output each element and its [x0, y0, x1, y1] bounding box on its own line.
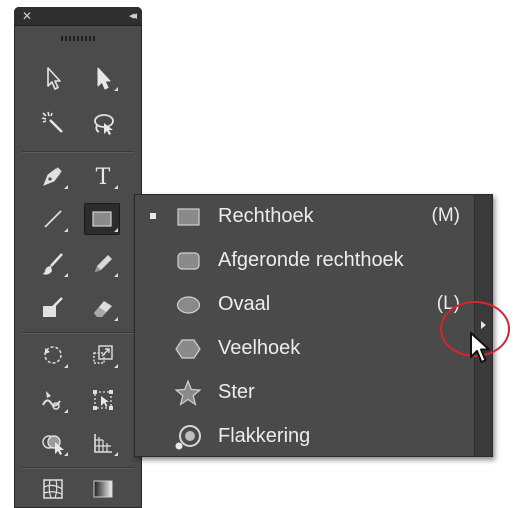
rotate-icon — [44, 346, 62, 364]
submenu-indicator-icon — [114, 273, 118, 277]
scale-icon — [93, 345, 113, 364]
tool-magic-wand[interactable] — [36, 107, 70, 139]
tool-free-transform[interactable] — [86, 384, 120, 416]
tool-divider — [22, 467, 134, 469]
menu-item-polygon[interactable]: Veelhoek — [135, 327, 475, 371]
submenu-indicator-icon — [114, 87, 118, 91]
eraser-icon — [94, 301, 112, 317]
menu-item-label: Flakkering — [218, 425, 311, 447]
direct-selection-arrow-icon — [97, 67, 111, 90]
rectangle-icon — [177, 208, 200, 226]
tool-direct-selection[interactable] — [86, 62, 120, 94]
menu-item-label: Veelhoek — [218, 337, 301, 359]
collapse-icon[interactable]: ◂◂ — [129, 9, 137, 23]
submenu-indicator-icon — [114, 185, 118, 189]
star-icon — [174, 379, 202, 406]
tool-selection[interactable] — [36, 62, 70, 94]
mesh-icon — [43, 479, 63, 499]
submenu-indicator-icon — [114, 228, 118, 232]
menu-item-ellipse[interactable]: Ovaal (L) — [135, 283, 475, 327]
tool-shape-builder[interactable] — [36, 427, 70, 459]
close-icon[interactable]: ✕ — [22, 9, 32, 23]
pencil-icon — [95, 255, 112, 272]
menu-item-rounded-rectangle[interactable]: Afgeronde rechthoek — [135, 239, 475, 283]
selection-arrow-icon — [47, 67, 61, 90]
submenu-indicator-icon — [64, 364, 68, 368]
line-segment-icon — [44, 210, 62, 228]
blob-brush-icon — [43, 297, 63, 317]
menu-item-star[interactable]: Ster — [135, 371, 475, 415]
rounded-rectangle-icon — [177, 252, 200, 270]
tool-mesh[interactable] — [36, 473, 70, 505]
tool-pencil[interactable] — [86, 248, 120, 280]
tool-type[interactable]: T — [86, 160, 120, 192]
panel-titlebar[interactable]: ✕ ◂◂ — [14, 7, 142, 26]
tool-lasso[interactable] — [86, 107, 120, 139]
submenu-indicator-icon — [64, 273, 68, 277]
type-icon: T — [96, 165, 111, 189]
perspective-grid-icon — [94, 434, 112, 453]
menu-item-label: Ster — [218, 381, 255, 403]
gradient-icon — [93, 480, 113, 498]
tool-divider — [22, 332, 134, 334]
shape-builder-icon — [42, 435, 64, 455]
tool-paintbrush[interactable] — [36, 248, 70, 280]
free-transform-icon — [93, 390, 113, 410]
submenu-indicator-icon — [64, 409, 68, 413]
svg-text:T: T — [96, 165, 111, 189]
polygon-icon — [175, 339, 201, 359]
submenu-indicator-icon — [64, 452, 68, 456]
menu-item-rectangle[interactable]: Rechthoek (M) — [135, 195, 475, 239]
menu-item-label: Ovaal — [218, 293, 271, 315]
pen-icon — [43, 167, 62, 186]
paintbrush-icon — [42, 253, 63, 275]
submenu-indicator-icon — [64, 228, 68, 232]
tool-scale[interactable] — [86, 339, 120, 371]
tool-warp[interactable] — [36, 384, 70, 416]
tool-rotate[interactable] — [36, 339, 70, 371]
panel-grip[interactable] — [61, 36, 95, 41]
mouse-pointer-icon — [470, 332, 490, 363]
tool-perspective-grid[interactable] — [86, 427, 120, 459]
selected-bullet-icon — [150, 213, 156, 219]
magic-wand-icon — [41, 111, 63, 133]
tool-divider — [22, 151, 134, 153]
ellipse-icon — [176, 296, 201, 314]
submenu-indicator-icon — [64, 185, 68, 189]
submenu-indicator-icon — [114, 452, 118, 456]
submenu-indicator-icon — [114, 317, 118, 321]
tool-pen[interactable] — [36, 160, 70, 192]
tool-line[interactable] — [36, 203, 70, 235]
menu-item-flare[interactable]: Flakkering — [135, 415, 475, 459]
tool-gradient[interactable] — [86, 473, 120, 505]
tools-panel: ✕ ◂◂ T — [14, 7, 142, 508]
menu-item-label: Afgeronde rechthoek — [218, 249, 404, 271]
tool-rectangle[interactable] — [84, 203, 120, 235]
menu-item-label: Rechthoek — [218, 205, 314, 227]
flare-icon — [175, 425, 201, 450]
shortcut-label: (M) — [431, 205, 460, 226]
tool-eraser[interactable] — [86, 292, 120, 324]
rectangle-icon — [92, 211, 112, 227]
submenu-indicator-icon — [114, 364, 118, 368]
warp-icon — [42, 391, 61, 410]
tool-blob-brush[interactable] — [36, 292, 70, 324]
lasso-icon — [94, 114, 114, 135]
